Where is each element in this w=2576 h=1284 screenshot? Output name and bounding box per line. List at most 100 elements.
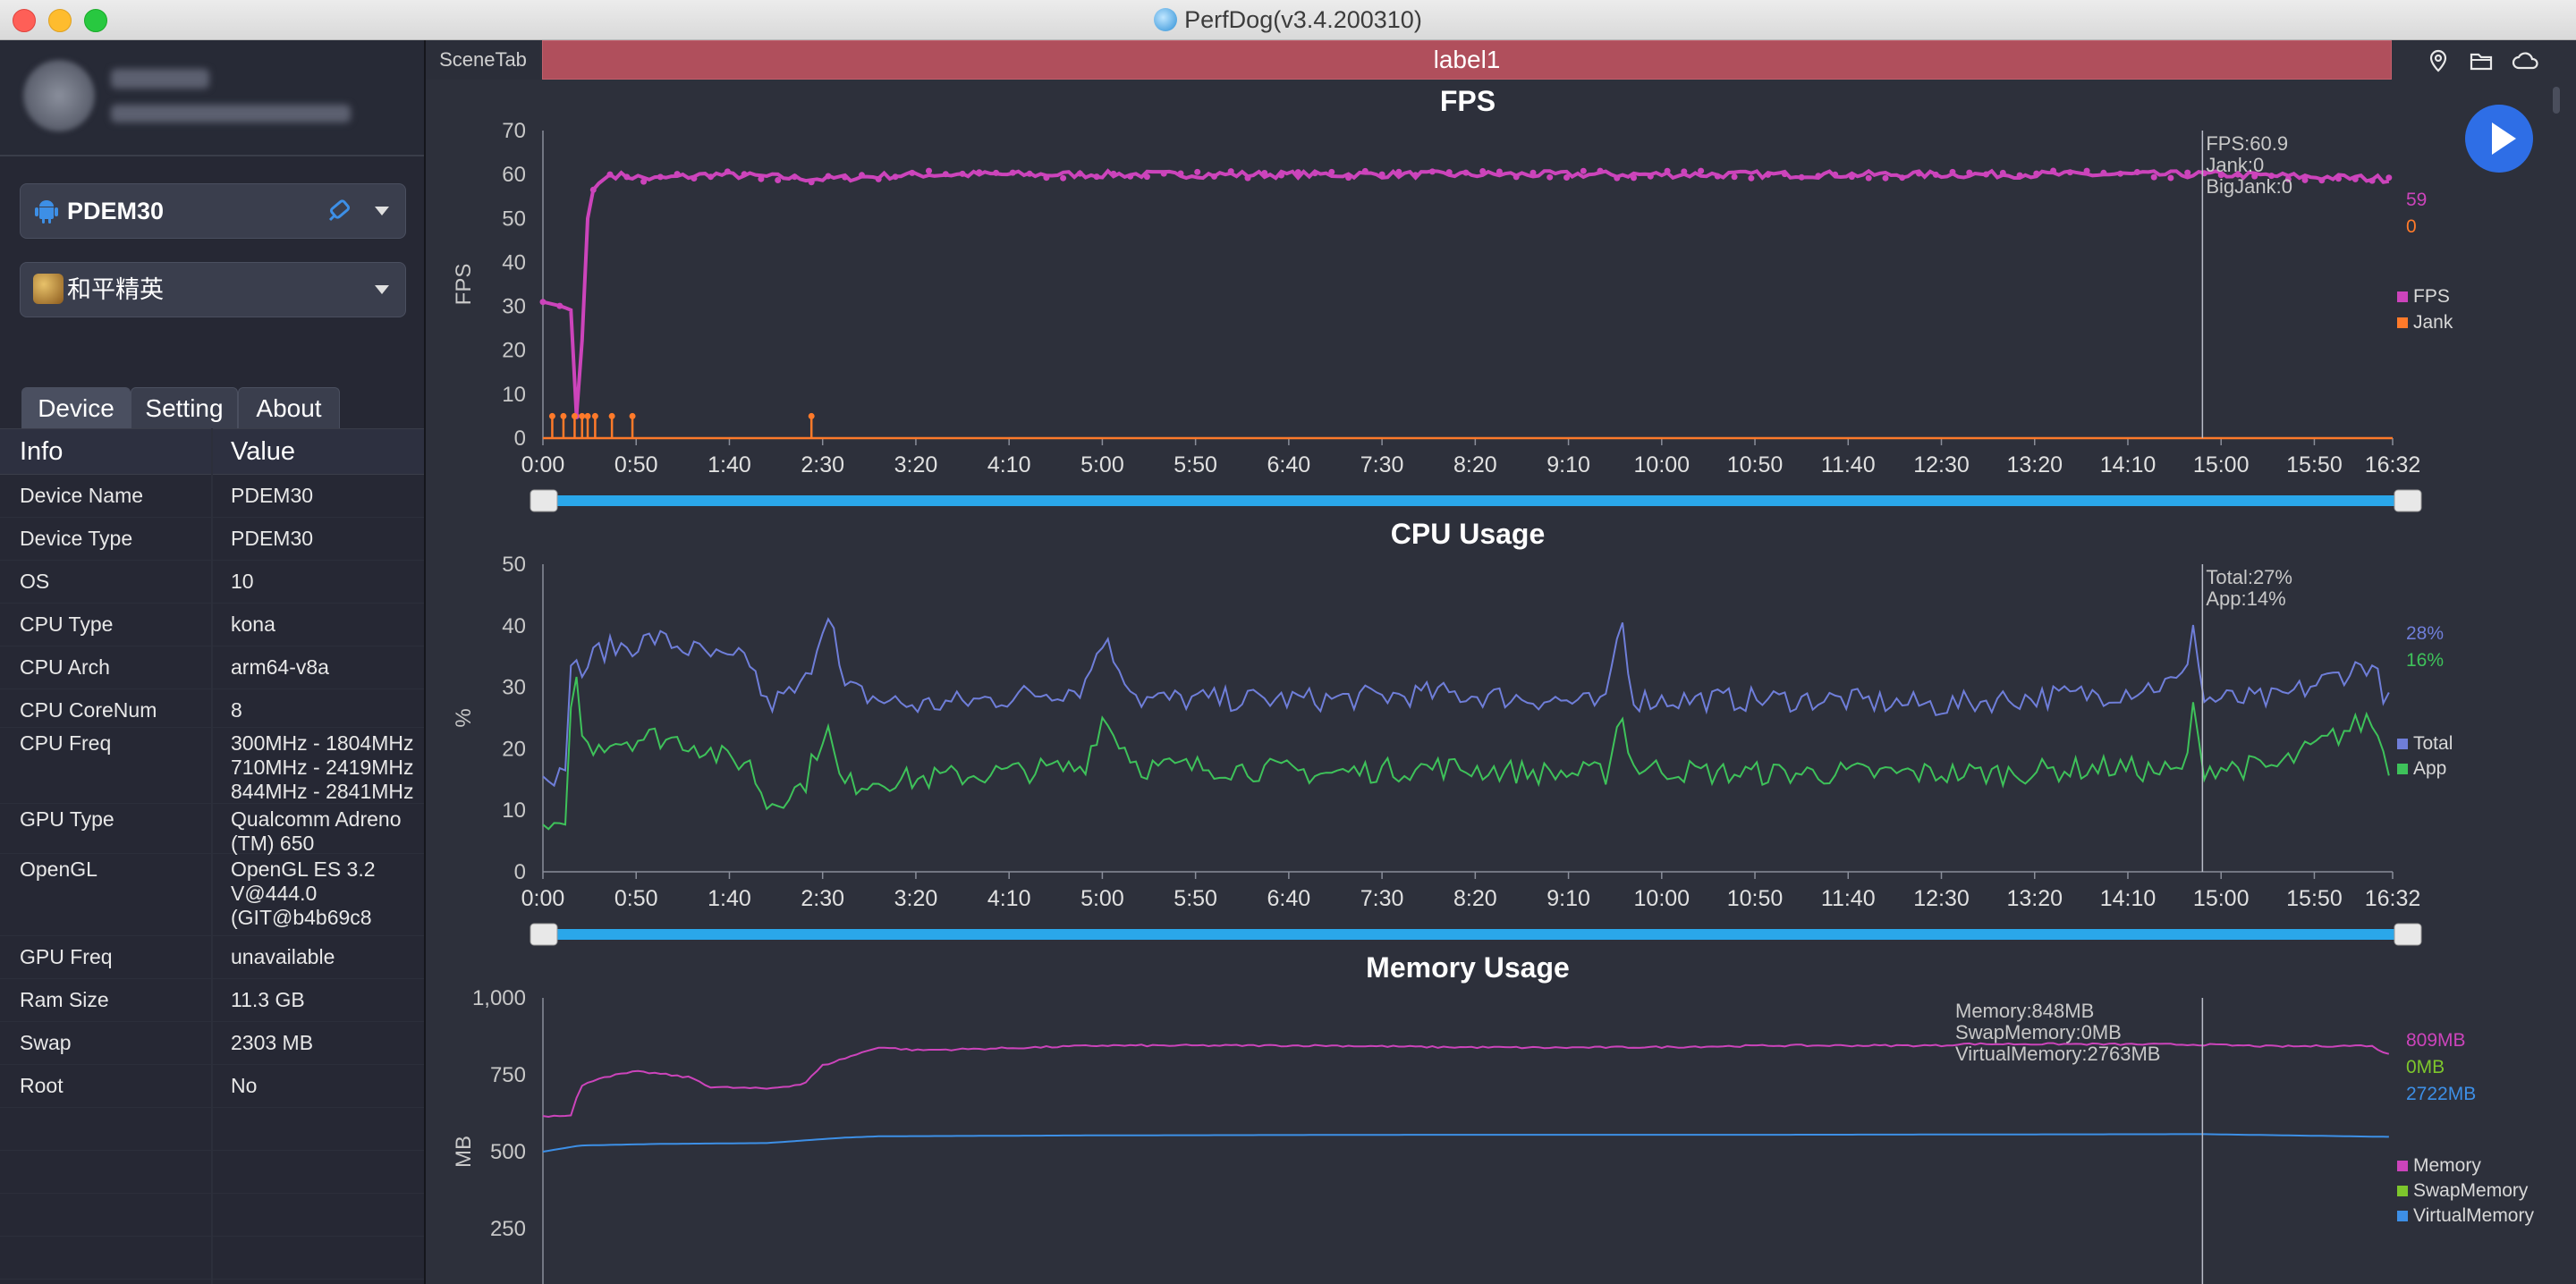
app-logo-icon [1154,7,1178,31]
fps-point [674,171,681,178]
y-axis-label: MB [452,1136,476,1168]
chevron-down-icon [375,207,389,215]
x-tick-label: 10:00 [1634,452,1690,477]
x-tick-label: 13:20 [2006,452,2063,477]
user-account-panel[interactable] [0,40,424,155]
device-selector-dropdown[interactable]: PDEM30 [20,183,406,239]
label-bar[interactable]: label1 [542,40,2392,80]
fps-point [1127,173,1134,180]
cursor-readout: Jank:0 [2206,154,2264,176]
legend-label-fps: FPS [2413,286,2450,307]
jank-point [560,412,567,419]
row-value: 2303 MB [231,1031,314,1054]
y-tick-label: 70 [502,119,526,143]
fps-point [1798,173,1805,181]
row-key: Swap [20,1031,72,1054]
android-icon [35,200,58,224]
fps-point [842,173,849,181]
fps-point [909,169,916,176]
scene-tab-button[interactable]: SceneTab [426,40,540,80]
folder-icon[interactable] [2469,48,2494,73]
fps-point [1580,167,1587,174]
x-tick-label: 9:10 [1546,886,1590,911]
x-tick-label: 5:50 [1174,886,1217,911]
cursor-readout: BigJank:0 [2206,175,2292,198]
tab-setting[interactable]: Setting [131,387,238,429]
fps-point [859,172,865,179]
fps-point [1832,171,1839,178]
x-tick-label: 15:50 [2286,886,2343,911]
fps-point [942,171,949,178]
slider-left-handle[interactable] [530,923,558,946]
x-tick-label: 14:10 [2100,452,2157,477]
app-selector-dropdown[interactable]: 和平精英 [20,262,406,317]
slider-right-handle[interactable] [2394,489,2422,512]
x-tick-label: 0:50 [614,886,658,911]
fps-point [926,167,932,174]
slider-left-handle[interactable] [530,489,558,512]
fps-point [1563,174,1570,181]
chart-title: CPU Usage [1391,518,1546,550]
column-header-value: Value [231,437,296,466]
slider-right-handle[interactable] [2394,923,2422,946]
y-tick-label: 20 [502,339,526,363]
fps-point [825,173,832,180]
y-tick-label: 10 [502,798,526,823]
fps-point [808,179,815,186]
usb-connection-icon[interactable] [326,199,353,224]
account-email-blurred [111,105,351,122]
location-icon[interactable] [2426,48,2451,73]
play-button[interactable] [2465,105,2533,173]
fps-point [1093,173,1100,181]
fps-point [2368,177,2376,184]
cursor-readout: FPS:60.9 [2206,132,2288,155]
y-tick-label: 60 [502,163,526,187]
row-value: PDEM30 [231,484,314,507]
legend-swatch-fps [2397,291,2408,302]
x-tick-label: 10:50 [1727,452,1784,477]
legend-swatch-app [2397,764,2408,774]
x-tick-label: 12:30 [1913,886,1970,911]
tab-device[interactable]: Device [21,387,131,429]
fps-point [1060,174,1067,182]
scrollbar[interactable] [2553,87,2560,114]
fps-point [1631,174,1637,182]
y-axis-label: % [452,708,476,727]
app-selector-label: 和平精英 [67,276,164,303]
fps-point [1395,168,1402,175]
legend-swatch-jank [2397,317,2408,328]
row-key: Device Name [20,484,144,507]
tab-about[interactable]: About [238,387,340,429]
fps-point [1966,169,1973,176]
device-selector-label: PDEM30 [67,198,165,224]
x-tick-label: 3:20 [894,452,938,477]
fps-point [2133,169,2140,175]
x-tick-label: 7:30 [1360,452,1404,477]
fps-point [1043,174,1050,182]
x-tick-label: 3:20 [894,886,938,911]
fps-point [2066,169,2073,176]
y-tick-label: 20 [502,737,526,761]
x-tick-label: 2:30 [801,886,844,911]
legend-swatch-total [2397,739,2408,749]
fps-point [1513,173,1520,181]
fps-point [1748,174,1755,182]
y-tick-label: 1,000 [472,986,526,1010]
fps-point [1294,169,1301,176]
chevron-down-icon [375,285,389,294]
x-tick-label: 10:50 [1727,886,1784,911]
legend-label-virtualmemory: VirtualMemory [2413,1205,2534,1226]
row-value: PDEM30 [231,527,314,550]
cloud-icon[interactable] [2512,48,2540,73]
x-tick-label: 1:40 [708,886,751,911]
row-key: CPU Freq [20,731,112,755]
column-header-info: Info [20,437,64,466]
row-value: 8 [231,698,242,722]
jank-point [579,412,586,419]
x-tick-label: 8:20 [1453,452,1497,477]
time-range-slider[interactable] [550,929,2407,940]
fps-point [1143,173,1150,181]
y-tick-label: 0 [514,427,526,451]
cursor-readout: SwapMemory:0MB [1955,1021,2122,1043]
time-range-slider[interactable] [550,495,2407,506]
